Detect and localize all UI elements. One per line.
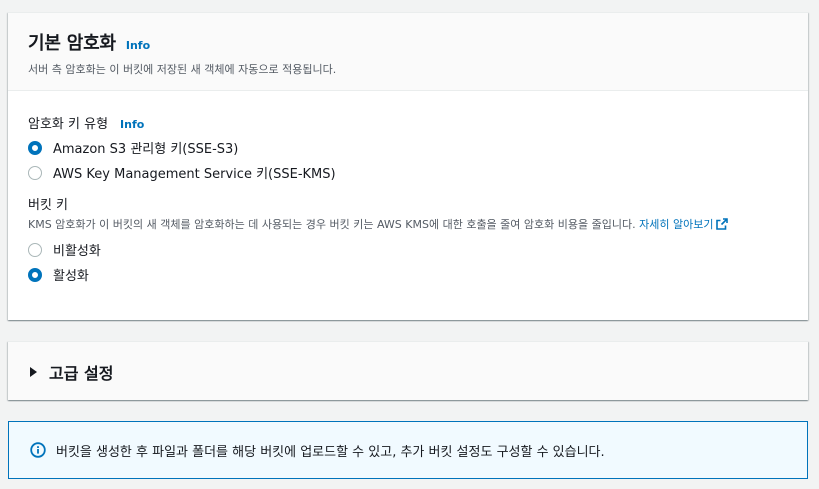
bucket-key-radio-group: 비활성화 활성화 [28, 237, 788, 287]
info-alert: 버킷을 생성한 후 파일과 폴더를 해당 버킷에 업로드할 수 있고, 추가 버… [8, 421, 808, 479]
bucket-key-description: KMS 암호화가 이 버킷의 새 객체를 암호화하는 데 사용되는 경우 버킷 … [28, 217, 788, 234]
default-encryption-panel: 기본 암호화 Info 서버 측 암호화는 이 버킷에 저장된 새 객체에 자동… [8, 12, 808, 320]
radio-sse-kms[interactable]: AWS Key Management Service 키(SSE-KMS) [28, 160, 788, 185]
learn-more-link[interactable]: 자세히 알아보기 [639, 218, 729, 234]
radio-enable[interactable]: 활성화 [28, 262, 788, 287]
key-type-radio-group: Amazon S3 관리형 키(SSE-S3) AWS Key Manageme… [28, 135, 788, 185]
info-circle-icon [30, 442, 46, 458]
radio-button-selected[interactable] [28, 140, 42, 155]
radio-label: 활성화 [53, 269, 89, 284]
radio-sse-s3[interactable]: Amazon S3 관리형 키(SSE-S3) [28, 135, 788, 160]
radio-label: 비활성화 [53, 244, 101, 259]
bucket-key-label: 버킷 키 [28, 198, 69, 213]
alert-text: 버킷을 생성한 후 파일과 폴더를 해당 버킷에 업로드할 수 있고, 추가 버… [56, 444, 605, 460]
radio-button[interactable] [28, 242, 42, 257]
advanced-settings-panel: 고급 설정 [8, 341, 808, 400]
advanced-settings-toggle[interactable]: 고급 설정 [8, 342, 808, 401]
learn-more-label: 자세히 알아보기 [639, 218, 714, 231]
caret-right-icon [30, 366, 37, 377]
info-link[interactable]: Info [126, 39, 150, 52]
panel-description: 서버 측 암호화는 이 버킷에 저장된 새 객체에 자동으로 적용됩니다. [28, 63, 337, 76]
radio-button[interactable] [28, 165, 42, 180]
radio-button-selected[interactable] [28, 267, 42, 282]
bucket-key-field: 버킷 키 KMS 암호화가 이 버킷의 새 객체를 암호화하는 데 사용되는 경… [28, 194, 788, 287]
bucket-key-description-text: KMS 암호화가 이 버킷의 새 객체를 암호화하는 데 사용되는 경우 버킷 … [28, 218, 636, 231]
radio-label: Amazon S3 관리형 키(SSE-S3) [53, 142, 239, 157]
key-type-info-link[interactable]: Info [120, 118, 144, 131]
advanced-settings-title: 고급 설정 [49, 363, 114, 383]
panel-header: 기본 암호화 Info 서버 측 암호화는 이 버킷에 저장된 새 객체에 자동… [8, 13, 808, 91]
radio-disable[interactable]: 비활성화 [28, 237, 788, 262]
key-type-label: 암호화 키 유형 [28, 117, 109, 132]
panel-body: 암호화 키 유형 Info Amazon S3 관리형 키(SSE-S3) AW… [8, 91, 808, 287]
radio-label: AWS Key Management Service 키(SSE-KMS) [53, 167, 336, 182]
panel-title: 기본 암호화 [28, 33, 116, 54]
external-link-icon [716, 218, 729, 234]
